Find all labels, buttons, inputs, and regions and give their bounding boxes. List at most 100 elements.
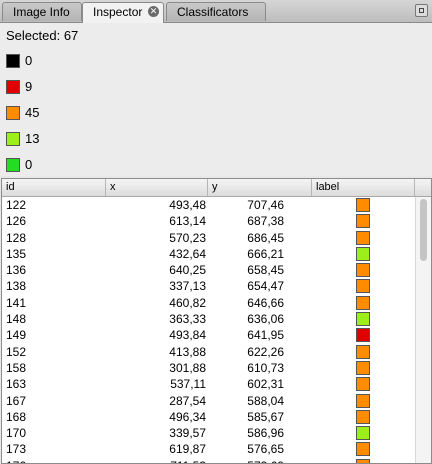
- cell-id: 158: [6, 360, 27, 375]
- cell-x: 493,48: [169, 198, 206, 212]
- legend-count: 0: [25, 53, 33, 68]
- cell-id: 138: [6, 279, 27, 294]
- cell-id: 149: [6, 328, 27, 343]
- cell-x: 287,54: [169, 393, 206, 408]
- cell-x: 570,23: [169, 230, 206, 245]
- table-header: id x y label: [2, 179, 431, 197]
- cell-y: 585,67: [247, 409, 284, 424]
- vertical-scrollbar[interactable]: [415, 197, 431, 463]
- cell-y: 622,26: [247, 344, 284, 359]
- tab-bar: Image Info Inspector ✕ Classificators: [0, 0, 432, 23]
- label-color-swatch: [356, 295, 370, 310]
- cell-y: 576,65: [247, 442, 284, 457]
- table-row[interactable]: 158 301,88 610,73: [2, 360, 415, 376]
- cell-x: 711,53: [106, 458, 206, 463]
- table-row[interactable]: 170 339,57 586,96: [2, 425, 415, 441]
- cell-id: 148: [6, 312, 27, 327]
- table-row[interactable]: 128 570,23 686,45: [2, 230, 415, 246]
- table-row[interactable]: 138 337,13 654,47: [2, 278, 415, 294]
- objects-table: id x y label 122 493,48 707,46 126 613,14 687…: [1, 178, 432, 464]
- cell-id: 173: [6, 442, 27, 457]
- cell-y: 687,38: [247, 214, 284, 229]
- column-header-label[interactable]: label: [312, 179, 415, 196]
- scrollbar-thumb[interactable]: [420, 199, 427, 261]
- label-color-swatch: [356, 263, 370, 278]
- cell-x: 413,88: [169, 344, 206, 359]
- cell-x: 460,82: [169, 295, 206, 310]
- cell-id: 176: [6, 458, 26, 463]
- tab-inspector[interactable]: Inspector ✕: [82, 2, 164, 23]
- tab-image-info[interactable]: Image Info: [2, 2, 82, 21]
- tab-classificators[interactable]: Classificators: [166, 2, 266, 21]
- legend-count: 45: [25, 105, 40, 120]
- cell-y: 588,04: [247, 393, 284, 408]
- label-color-swatch: [356, 360, 370, 375]
- tab-label: Classificators: [177, 5, 249, 19]
- cell-x: 301,88: [169, 360, 206, 375]
- cell-x: 363,33: [169, 312, 206, 327]
- label-color-swatch: [356, 344, 370, 359]
- cell-id: 170: [6, 426, 27, 441]
- label-color-swatch: [356, 458, 370, 463]
- cell-x: 537,11: [170, 377, 206, 392]
- table-row[interactable]: 141 460,82 646,66: [2, 295, 415, 311]
- legend-count: 0: [25, 157, 33, 172]
- cell-y: 586,96: [247, 426, 284, 441]
- table-row[interactable]: 136 640,25 658,45: [2, 262, 415, 278]
- column-header-id[interactable]: id: [2, 179, 106, 196]
- label-color-swatch: [6, 158, 20, 172]
- column-header-x[interactable]: x: [106, 179, 208, 196]
- cell-y: 602,31: [247, 377, 284, 392]
- table-body: 122 493,48 707,46 126 613,14 687,38 128 570,23 6…: [2, 197, 415, 463]
- cell-x: 619,87: [169, 442, 206, 457]
- cell-id: 168: [6, 409, 27, 424]
- label-color-swatch: [356, 409, 370, 424]
- cell-id: 152: [6, 344, 27, 359]
- cell-x: 496,34: [169, 409, 206, 424]
- label-color-swatch: [6, 106, 20, 120]
- cell-id: 126: [6, 214, 27, 229]
- table-row[interactable]: 122 493,48 707,46: [2, 197, 415, 213]
- cell-y: 610,73: [247, 360, 284, 375]
- table-row[interactable]: 149 493,84 641,95: [2, 327, 415, 343]
- legend-count: 13: [25, 131, 40, 146]
- cell-id: 122: [6, 198, 27, 212]
- label-color-swatch: [356, 377, 370, 392]
- cell-id: 135: [6, 246, 27, 261]
- table-row[interactable]: 135 432,64 666,21: [2, 246, 415, 262]
- label-color-swatch: [356, 426, 370, 441]
- cell-x: 640,25: [169, 263, 206, 278]
- label-color-swatch: [356, 198, 370, 212]
- table-row[interactable]: 167 287,54 588,04: [2, 393, 415, 409]
- tab-label: Image Info: [13, 5, 70, 19]
- label-color-swatch: [356, 442, 370, 457]
- cell-y: 686,45: [247, 230, 284, 245]
- cell-y: 641,95: [247, 328, 284, 343]
- table-row[interactable]: 168 496,34 585,67: [2, 409, 415, 425]
- label-color-swatch: [356, 214, 370, 229]
- cell-id: 167: [6, 393, 27, 408]
- cell-id: 128: [6, 230, 27, 245]
- close-icon[interactable]: ✕: [148, 6, 159, 17]
- window-restore-icon[interactable]: [415, 4, 428, 17]
- label-color-swatch: [6, 54, 20, 68]
- inspector-summary: Selected: 67 0 9 45 13 0: [0, 23, 432, 176]
- cell-id: 141: [6, 295, 27, 310]
- cell-y: 707,46: [247, 198, 284, 212]
- table-row[interactable]: 176 711,53573,69: [2, 458, 415, 463]
- label-color-swatch: [356, 246, 370, 261]
- selected-count: Selected: 67: [6, 28, 79, 43]
- label-color-swatch: [356, 328, 370, 343]
- tab-label: Inspector: [93, 5, 143, 19]
- column-header-y[interactable]: y: [208, 179, 312, 196]
- cell-id: 163: [6, 377, 27, 392]
- cell-x: 337,13: [169, 279, 206, 294]
- table-row[interactable]: 152 413,88 622,26: [2, 344, 415, 360]
- table-row[interactable]: 148 363,33 636,06: [2, 311, 415, 327]
- cell-y: 646,66: [247, 295, 284, 310]
- label-color-swatch: [6, 80, 20, 94]
- table-row[interactable]: 163 537,11 602,31: [2, 376, 415, 392]
- table-row[interactable]: 173 619,87 576,65: [2, 441, 415, 457]
- table-row[interactable]: 126 613,14 687,38: [2, 213, 415, 229]
- cell-x: 432,64: [169, 246, 206, 261]
